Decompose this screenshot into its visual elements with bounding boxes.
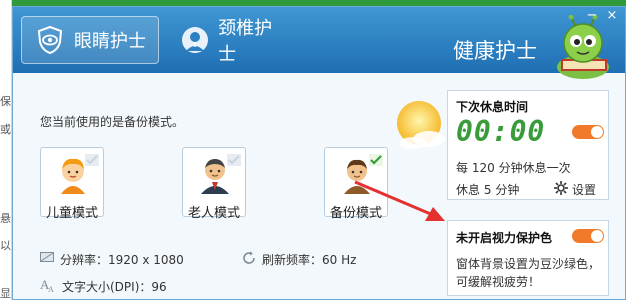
close-button[interactable]: × bbox=[605, 9, 619, 23]
refresh-text: 刷新频率：60 Hz bbox=[262, 253, 357, 267]
rest-time-panel: 下次休息时间 00:00 每 120 分钟休息一次 休息 5 分钟 设置 bbox=[447, 90, 609, 200]
sun-cloud-icon bbox=[389, 99, 449, 159]
health-nurse-window: 眼睛护士 颈椎护士 健康护士 − × 您当前使用的是备份模式。 儿童模式 老人模… bbox=[12, 6, 626, 300]
tab-neck-nurse[interactable]: 颈椎护士 bbox=[168, 16, 298, 65]
tab-label: 眼睛护士 bbox=[74, 31, 146, 52]
resolution-text: 分辨率：1920 x 1080 bbox=[60, 253, 184, 267]
dpi-info: AA 文字大小(DPI)：96 bbox=[40, 277, 167, 296]
resolution-info: 分辨率：1920 x 1080 bbox=[40, 251, 184, 268]
background-text-fragment: 显 bbox=[0, 287, 11, 300]
rest-reminder-toggle[interactable] bbox=[572, 125, 604, 139]
dpi-text: 文字大小(DPI)：96 bbox=[62, 280, 167, 294]
background-window-strip bbox=[0, 0, 12, 300]
current-mode-hint: 您当前使用的是备份模式。 bbox=[40, 115, 185, 129]
eye-shield-icon bbox=[34, 24, 66, 56]
tab-label: 颈椎护士 bbox=[218, 18, 273, 65]
mode-label-backup: 备份模式 bbox=[329, 206, 382, 221]
tab-eye-nurse[interactable]: 眼睛护士 bbox=[21, 16, 159, 64]
monitor-icon bbox=[40, 252, 54, 267]
brand-title: 健康护士 bbox=[453, 39, 537, 63]
rest-countdown-clock: 00:00 bbox=[456, 115, 546, 148]
refresh-icon bbox=[242, 251, 256, 268]
green-caterpillar-mascot-icon bbox=[553, 14, 613, 81]
protect-color-toggle[interactable] bbox=[572, 229, 604, 243]
svg-text:A: A bbox=[48, 285, 54, 293]
eye-protect-color-panel: 未开启视力保护色 窗体背景设置为豆沙绿色， 可缓解视疲劳！ bbox=[447, 220, 609, 296]
gear-icon bbox=[554, 181, 568, 198]
rest-panel-title: 下次休息时间 bbox=[456, 100, 529, 114]
rest-interval-text: 每 120 分钟休息一次 bbox=[456, 159, 571, 176]
mode-label-elder: 老人模式 bbox=[187, 206, 240, 221]
rest-value: 5 bbox=[483, 183, 492, 197]
interval-prefix: 每 bbox=[456, 161, 469, 175]
background-text-fragment: 悬 bbox=[0, 212, 11, 225]
protect-panel-title: 未开启视力保护色 bbox=[456, 231, 553, 245]
settings-label: 设置 bbox=[572, 183, 597, 197]
refresh-info: 刷新频率：60 Hz bbox=[242, 251, 356, 268]
minimize-button[interactable]: − bbox=[585, 9, 599, 23]
neck-person-icon bbox=[180, 24, 210, 56]
background-text-fragment: 以 bbox=[0, 239, 11, 252]
rest-duration-text: 休息 5 分钟 bbox=[456, 181, 519, 198]
elder-face-icon bbox=[197, 154, 233, 198]
settings-button[interactable]: 设置 bbox=[554, 181, 596, 198]
backup-face-icon bbox=[339, 154, 375, 198]
interval-suffix: 分钟休息一次 bbox=[498, 161, 571, 175]
protect-desc-line1: 窗体背景设置为豆沙绿色， bbox=[456, 257, 601, 271]
font-size-icon: AA bbox=[40, 277, 56, 296]
protect-desc-line2: 可缓解视疲劳！ bbox=[456, 275, 541, 289]
child-face-icon bbox=[55, 154, 91, 198]
background-text-fragment: 或 bbox=[0, 123, 11, 136]
background-text-fragment: 保 bbox=[0, 95, 11, 108]
rest-suffix: 分钟 bbox=[495, 183, 520, 197]
rest-prefix: 休息 bbox=[456, 183, 481, 197]
interval-value: 120 bbox=[471, 161, 495, 175]
header-bar: 眼睛护士 颈椎护士 健康护士 − × bbox=[13, 7, 625, 79]
mode-label-child: 儿童模式 bbox=[45, 206, 98, 221]
